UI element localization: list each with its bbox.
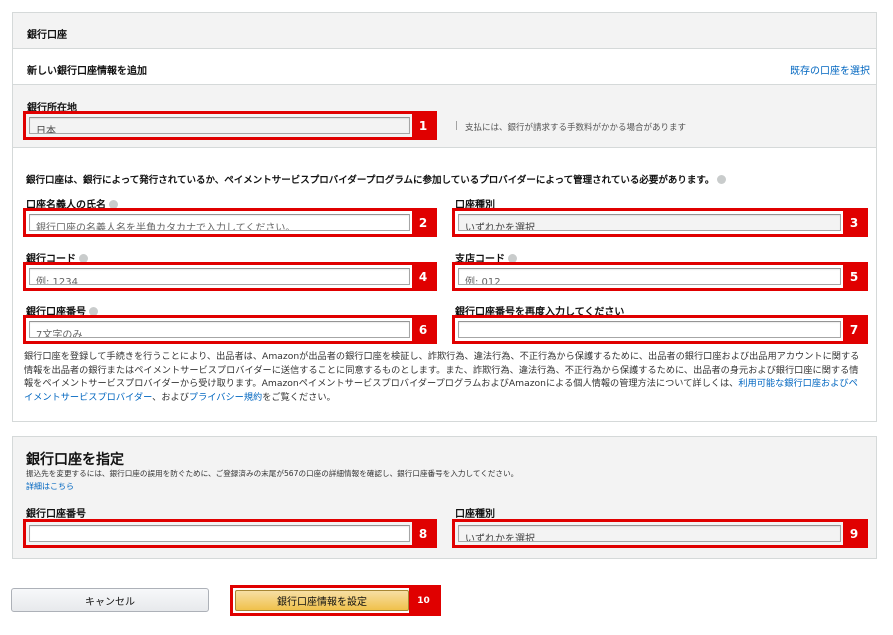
- section-title: 銀行口座: [27, 30, 67, 41]
- specify-title: 銀行口座を指定: [26, 452, 124, 468]
- branch-code-input[interactable]: 例: 012: [458, 268, 841, 285]
- annotation-badge-10: 10: [409, 588, 438, 613]
- specify-type-highlight: いずれかを選択 9: [452, 519, 868, 548]
- location-highlight: 日本 1: [23, 111, 437, 140]
- annotation-badge-1: 1: [412, 114, 434, 137]
- specify-account-highlight: 8: [23, 519, 437, 548]
- bank-code-highlight: 例: 1234 4: [23, 262, 437, 291]
- annotation-badge-5: 5: [843, 265, 865, 288]
- annotation-badge-9: 9: [843, 522, 865, 545]
- select-existing-link[interactable]: 既存の口座を選択: [790, 62, 870, 77]
- location-note: 支払には、銀行が請求する手数料がかかる場合があります: [465, 123, 687, 133]
- account-number-confirm-input[interactable]: [458, 321, 841, 338]
- details-link[interactable]: 詳細はこちら: [26, 481, 74, 492]
- info-icon[interactable]: [717, 175, 727, 184]
- annotation-badge-7: 7: [843, 318, 865, 341]
- set-bank-account-button[interactable]: 銀行口座情報を設定: [235, 590, 409, 611]
- specify-description: 振込先を変更するには、銀行口座の誤用を防ぐために、ご登録済みの末尾が567の口座…: [26, 469, 519, 478]
- privacy-policy-link[interactable]: プライバシー規約: [189, 392, 262, 403]
- location-select[interactable]: 日本: [29, 117, 410, 134]
- specify-account-type-select[interactable]: いずれかを選択: [458, 525, 841, 542]
- branch-code-highlight: 例: 012 5: [452, 262, 868, 291]
- add-new-label: 新しい銀行口座情報を追加: [27, 66, 147, 77]
- account-number-confirm-highlight: 7: [452, 315, 868, 344]
- specify-account-number-input[interactable]: [29, 525, 410, 542]
- cancel-button[interactable]: キャンセル: [11, 588, 209, 612]
- account-number-highlight: 7文字のみ 6: [23, 315, 437, 344]
- disclaimer-text: 銀行口座を登録して手続きを行うことにより、出品者は、Amazonが出品者の銀行口…: [24, 351, 860, 403]
- add-new-row: 新しい銀行口座情報を追加 既存の口座を選択: [12, 48, 877, 85]
- location-note-bar: |: [455, 121, 459, 131]
- bank-account-header: 銀行口座: [12, 12, 877, 49]
- specify-type-label: 口座種別: [455, 509, 495, 520]
- annotation-badge-2: 2: [412, 211, 434, 234]
- bank-code-input[interactable]: 例: 1234: [29, 268, 410, 285]
- requirement-text: 銀行口座は、銀行によって発行されているか、ペイメントサービスプロバイダープログラ…: [26, 172, 727, 186]
- submit-highlight: 銀行口座情報を設定 10: [230, 585, 441, 616]
- account-type-highlight: いずれかを選択 3: [452, 208, 868, 237]
- specify-account-label: 銀行口座番号: [26, 509, 86, 520]
- annotation-badge-4: 4: [412, 265, 434, 288]
- account-number-input[interactable]: 7文字のみ: [29, 321, 410, 338]
- holder-highlight: 銀行口座の名義人名を半角カタカナで入力してください。 2: [23, 208, 437, 237]
- annotation-badge-8: 8: [412, 522, 434, 545]
- holder-name-input[interactable]: 銀行口座の名義人名を半角カタカナで入力してください。: [29, 214, 410, 231]
- account-type-select[interactable]: いずれかを選択: [458, 214, 841, 231]
- annotation-badge-6: 6: [412, 318, 434, 341]
- annotation-badge-3: 3: [843, 211, 865, 234]
